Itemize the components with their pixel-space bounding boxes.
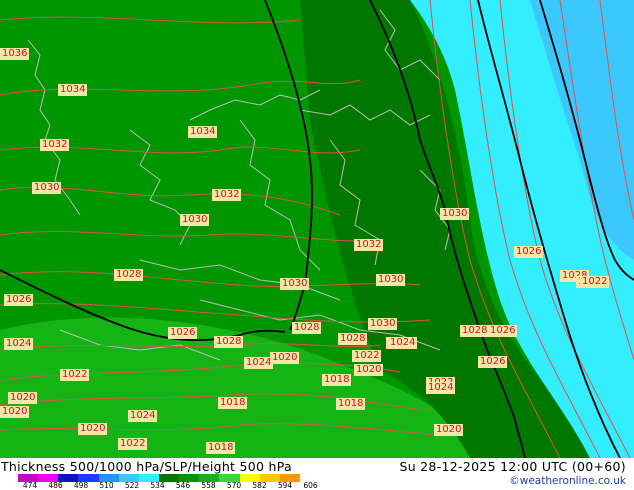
thickness-map[interactable] bbox=[0, 0, 634, 458]
pressure-label: 1022 bbox=[60, 369, 90, 381]
pressure-label: 1028 bbox=[460, 325, 490, 337]
pressure-label: 1030 bbox=[280, 278, 310, 290]
pressure-label: 1028 bbox=[114, 269, 144, 281]
pressure-label: 1028 bbox=[338, 333, 368, 345]
pressure-label: 1022 bbox=[118, 438, 148, 450]
weather-map-view: 1036 1034 1034 1032 1032 1030 1030 1032 1030 1028… bbox=[0, 0, 634, 490]
pressure-label: 1020 bbox=[354, 364, 384, 376]
pressure-label: 1034 bbox=[188, 126, 218, 138]
pressure-label: 1030 bbox=[180, 214, 210, 226]
pressure-label: 1030 bbox=[32, 182, 62, 194]
pressure-label: 1026 bbox=[478, 356, 508, 368]
source-credit[interactable]: ©weatheronline.co.uk bbox=[509, 475, 626, 487]
scale-tick-label: 510 bbox=[99, 481, 114, 490]
scale-tick-label: 534 bbox=[150, 481, 165, 490]
pressure-label: 1026 bbox=[488, 325, 518, 337]
pressure-label: 1020 bbox=[78, 423, 108, 435]
pressure-label: 1022 bbox=[580, 276, 610, 288]
pressure-label: 1026 bbox=[168, 327, 198, 339]
map-footer: Thickness 500/1000 hPa/SLP/Height 500 hP… bbox=[0, 458, 634, 490]
scale-tick-label: 606 bbox=[303, 481, 318, 490]
scale-tick-label: 546 bbox=[175, 481, 191, 490]
scale-tick-label: 570 bbox=[226, 481, 242, 490]
pressure-label: 1030 bbox=[368, 318, 398, 330]
thickness-scale-labels: 474 486 498 510 522 534 546 558 570 582 594 606 bbox=[10, 481, 318, 490]
map-title: Thickness 500/1000 hPa/SLP/Height 500 hP… bbox=[1, 459, 293, 474]
scale-tick-label: 522 bbox=[124, 481, 140, 490]
pressure-label: 1036 bbox=[0, 48, 30, 60]
pressure-label: 1034 bbox=[58, 84, 88, 96]
pressure-label: 1028 bbox=[214, 336, 244, 348]
forecast-datetime: Su 28-12-2025 12:00 UTC (00+60) bbox=[399, 459, 626, 474]
pressure-label: 1018 bbox=[218, 397, 248, 409]
pressure-label: 1026 bbox=[4, 294, 34, 306]
pressure-label: 1024 bbox=[128, 410, 158, 422]
pressure-label: 1026 bbox=[514, 246, 544, 258]
pressure-label: 1020 bbox=[8, 392, 38, 404]
pressure-label: 1030 bbox=[440, 208, 470, 220]
scale-tick-label: 582 bbox=[252, 481, 267, 490]
pressure-label: 1018 bbox=[336, 398, 366, 410]
scale-tick-label: 474 bbox=[22, 481, 38, 490]
pressure-label: 1032 bbox=[40, 139, 70, 151]
scale-tick-label: 498 bbox=[73, 481, 89, 490]
scale-tick-label: 594 bbox=[277, 481, 293, 490]
pressure-label: 1018 bbox=[206, 442, 236, 454]
pressure-label: 1020 bbox=[0, 406, 30, 418]
pressure-label: 1022 bbox=[352, 350, 382, 362]
pressure-label: 1020 bbox=[270, 352, 300, 364]
pressure-label: 1024 bbox=[388, 337, 418, 349]
scale-tick-label: 486 bbox=[48, 481, 63, 490]
pressure-label: 1028 bbox=[292, 322, 322, 334]
pressure-label: 1032 bbox=[354, 239, 384, 251]
pressure-label: 1030 bbox=[376, 274, 406, 286]
pressure-label: 1020 bbox=[434, 424, 464, 436]
pressure-label: 1032 bbox=[212, 189, 242, 201]
scale-tick-label: 558 bbox=[201, 481, 216, 490]
pressure-label: 1018 bbox=[322, 374, 352, 386]
pressure-label: 1024 bbox=[426, 382, 456, 394]
pressure-label: 1024 bbox=[4, 338, 34, 350]
